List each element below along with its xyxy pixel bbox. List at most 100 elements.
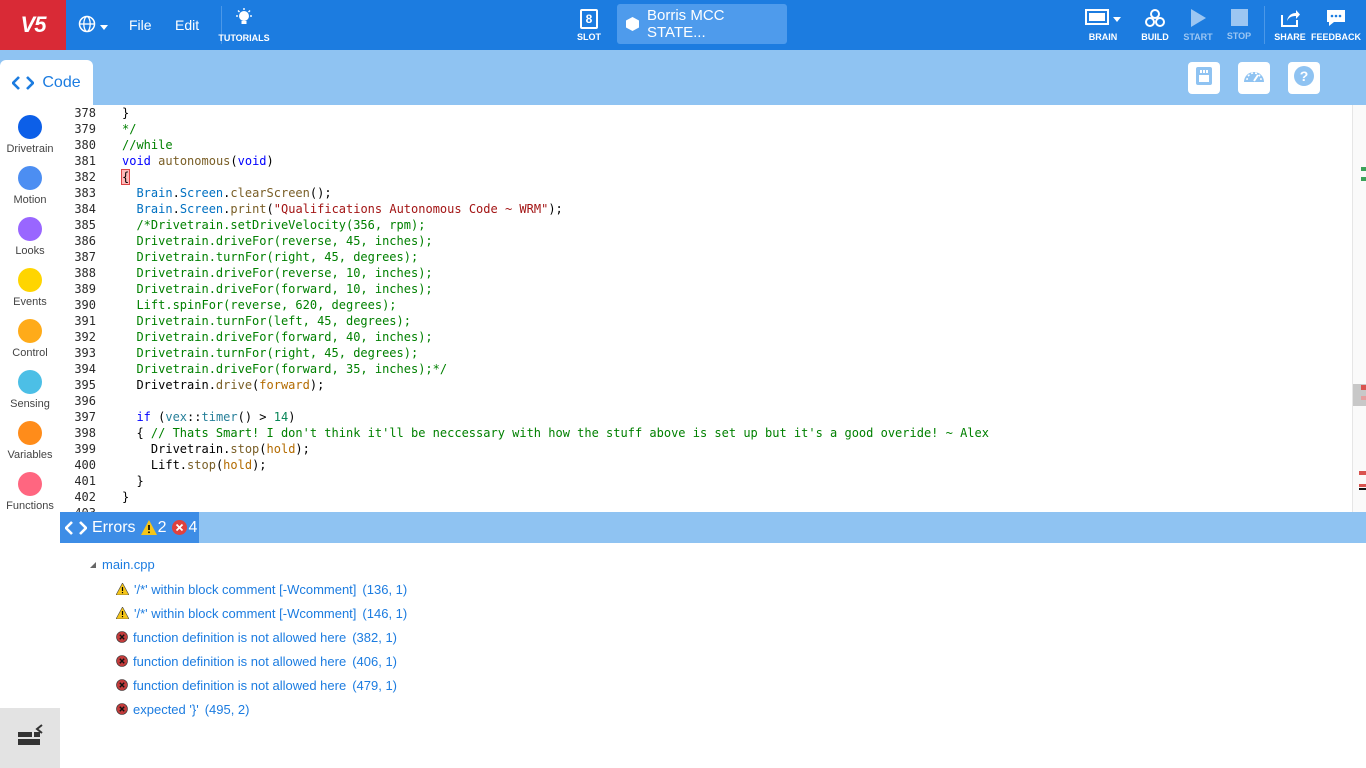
chevron-down-icon xyxy=(100,17,108,33)
category-events[interactable]: Events xyxy=(0,268,60,308)
code-editor[interactable]: 378} 379 */ 380//while 381 void autonomous… xyxy=(60,105,1366,512)
error-message: '/*' within block comment [-Wcomment] xyxy=(134,581,357,597)
gauge-icon xyxy=(1242,66,1266,91)
tab-code[interactable]: Code xyxy=(0,60,93,105)
top-toolbar: V5 File Edit TUTORIALS 8 SLOT Borris MCC… xyxy=(0,0,1366,50)
share-button[interactable]: SHARE xyxy=(1272,0,1308,50)
error-list-item[interactable]: '/*' within block comment [-Wcomment] (1… xyxy=(116,580,407,598)
scroll-marker-error xyxy=(1361,385,1366,390)
slot-icon: 8 xyxy=(580,8,598,29)
feedback-button[interactable]: FEEDBACK xyxy=(1311,0,1361,50)
share-icon xyxy=(1280,9,1300,29)
blocks-toggle-icon xyxy=(16,723,44,753)
category-variables[interactable]: Variables xyxy=(0,421,60,461)
category-dot xyxy=(18,217,42,241)
hexagon-icon xyxy=(626,17,639,31)
category-label: Sensing xyxy=(10,398,50,410)
error-location: (382, 1) xyxy=(352,629,398,645)
editor-header xyxy=(0,50,1366,105)
category-looks[interactable]: Looks xyxy=(0,217,60,257)
tab-code-label: Code xyxy=(42,73,81,91)
error-icon xyxy=(116,631,128,643)
category-dot xyxy=(18,472,42,496)
build-label: BUILD xyxy=(1141,31,1169,42)
lightbulb-icon xyxy=(234,7,254,30)
build-button[interactable]: BUILD xyxy=(1138,0,1172,50)
project-name-button[interactable]: Borris MCC STATE... xyxy=(617,4,787,44)
help-icon: ? xyxy=(1293,65,1315,92)
category-functions[interactable]: Functions xyxy=(0,472,60,512)
start-button[interactable]: START xyxy=(1181,0,1215,50)
tutorials-button[interactable]: TUTORIALS xyxy=(218,0,270,50)
feedback-icon xyxy=(1326,9,1346,29)
build-icon xyxy=(1145,8,1165,29)
start-label: START xyxy=(1183,31,1213,42)
play-icon xyxy=(1190,8,1206,29)
slot-number: 8 xyxy=(585,11,593,26)
category-dot xyxy=(18,166,42,190)
brain-label: BRAIN xyxy=(1088,31,1118,42)
tutorials-label: TUTORIALS xyxy=(218,32,270,43)
category-sensing[interactable]: Sensing xyxy=(0,370,60,410)
error-icon xyxy=(172,520,188,535)
error-message: expected '}' xyxy=(133,701,199,717)
error-list-item[interactable]: expected '}' (495, 2) xyxy=(116,700,250,718)
category-drivetrain[interactable]: Drivetrain xyxy=(0,115,60,155)
category-label: Control xyxy=(12,347,48,359)
help-button[interactable]: ? xyxy=(1288,62,1320,94)
warning-count: 2 xyxy=(157,518,167,536)
scroll-marker-cursor xyxy=(1359,488,1366,490)
error-list-item[interactable]: function definition is not allowed here … xyxy=(116,628,397,646)
error-icon xyxy=(116,703,128,715)
category-dot xyxy=(18,370,42,394)
code-brackets-icon xyxy=(12,75,35,90)
stop-icon xyxy=(1230,9,1248,28)
scroll-marker-error xyxy=(1361,396,1366,400)
warning-icon xyxy=(116,607,129,619)
scroll-marker-error xyxy=(1359,471,1366,475)
warning-icon xyxy=(116,583,129,595)
error-list-item[interactable]: '/*' within block comment [-Wcomment] (1… xyxy=(116,604,407,622)
language-menu[interactable] xyxy=(78,0,108,50)
category-motion[interactable]: Motion xyxy=(0,166,60,206)
stop-label: STOP xyxy=(1226,31,1252,41)
editor-scrollbar[interactable] xyxy=(1352,105,1366,512)
scroll-marker-warning xyxy=(1361,177,1366,181)
category-control[interactable]: Control xyxy=(0,319,60,359)
slot-selector[interactable]: 8 SLOT xyxy=(570,0,608,50)
share-label: SHARE xyxy=(1274,31,1306,42)
error-message: function definition is not allowed here xyxy=(133,653,347,669)
brain-button[interactable]: BRAIN xyxy=(1078,0,1128,50)
error-file-name: main.cpp xyxy=(102,557,155,572)
error-list-item[interactable]: function definition is not allowed here … xyxy=(116,652,397,670)
error-file-node[interactable]: main.cpp xyxy=(90,557,155,572)
category-dot xyxy=(18,115,42,139)
tab-errors[interactable]: Errors 2 4 xyxy=(60,512,199,543)
error-location: (406, 1) xyxy=(352,653,398,669)
edit-menu[interactable]: Edit xyxy=(175,0,199,50)
error-location: (495, 2) xyxy=(204,701,250,717)
errors-tab-label: Errors xyxy=(92,518,136,536)
category-label: Events xyxy=(13,296,47,308)
error-location: (136, 1) xyxy=(362,581,408,597)
dashboard-button[interactable] xyxy=(1238,62,1270,94)
error-location: (146, 1) xyxy=(362,605,408,621)
error-message: function definition is not allowed here xyxy=(133,629,347,645)
device-icon xyxy=(1195,66,1213,91)
file-menu[interactable]: File xyxy=(129,0,152,50)
scroll-marker-error xyxy=(1359,484,1366,487)
block-category-sidebar: Drivetrain Motion Looks Events Control S… xyxy=(0,105,60,768)
devices-button[interactable] xyxy=(1188,62,1220,94)
collapse-sidebar-button[interactable] xyxy=(0,708,60,768)
error-message: function definition is not allowed here xyxy=(133,677,347,693)
svg-text:?: ? xyxy=(1300,68,1309,84)
vexcode-logo: V5 xyxy=(0,0,66,50)
category-dot xyxy=(18,319,42,343)
errors-header xyxy=(60,512,1366,543)
scroll-marker-warning xyxy=(1361,167,1366,171)
error-list-item[interactable]: function definition is not allowed here … xyxy=(116,676,397,694)
warning-icon xyxy=(140,520,157,535)
stop-button[interactable]: STOP xyxy=(1222,0,1256,50)
category-label: Motion xyxy=(13,194,47,206)
divider xyxy=(1264,6,1265,44)
